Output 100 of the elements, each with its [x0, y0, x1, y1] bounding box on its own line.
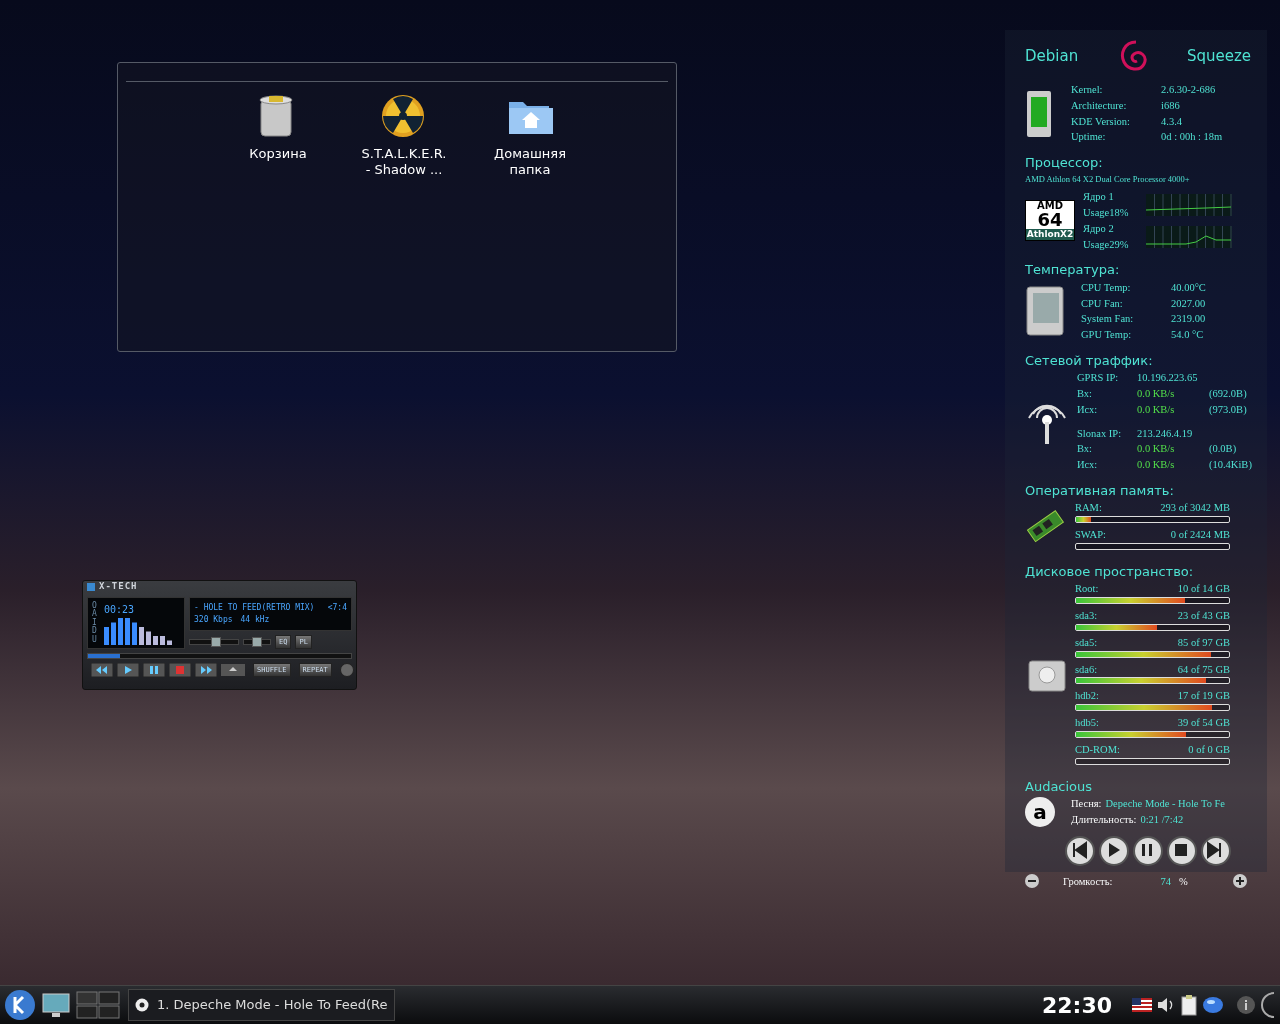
volume-label: Громкость:	[1063, 874, 1113, 889]
traffic-total: (10.4KiB)	[1209, 458, 1253, 472]
info-label: Architecture:	[1071, 98, 1128, 113]
usage-value: 0 of 2424 MB	[1170, 528, 1230, 542]
distro-name: Debian	[1025, 45, 1079, 67]
radiation-symbol-icon[interactable]	[381, 94, 427, 138]
duration-label: Длительность:	[1071, 813, 1137, 825]
minus-icon[interactable]	[1025, 874, 1039, 889]
play-icon[interactable]	[1099, 835, 1129, 866]
k-menu-icon[interactable]	[4, 989, 36, 1021]
spectrum-drawing	[104, 617, 174, 645]
sensor-label: System Fan:	[1081, 312, 1135, 327]
bitrate-label: 320 Kbps	[194, 614, 233, 626]
track-title: - HOLE TO FEED(RETRO MIX)	[194, 602, 315, 614]
core-name: Ядро 1	[1083, 190, 1115, 205]
player-title: X-TECH	[99, 580, 138, 594]
usage-value: 0 of 0 GB	[1188, 742, 1230, 757]
song-title: Depeche Mode - Hole To Fe	[1105, 798, 1226, 809]
info-value: 0d : 00h : 18m	[1161, 130, 1224, 145]
traffic-label: Исх:	[1077, 402, 1099, 417]
usage-label: Root:	[1075, 582, 1099, 597]
player-logo-icon	[87, 583, 95, 591]
icon-label[interactable]: S.T.A.L.K.E.R. - Shadow ...	[361, 146, 447, 179]
traffic-label: Вх:	[1077, 387, 1094, 401]
section-heading: Оперативная память:	[1025, 481, 1175, 500]
section-heading: Audacious	[1025, 777, 1094, 796]
traffic-rate: 0.0 KB/s	[1137, 458, 1176, 472]
time-display: 00:23	[104, 603, 136, 617]
slider-thumb[interactable]	[252, 637, 262, 647]
next-icon[interactable]	[1201, 835, 1231, 866]
taskbar-button[interactable]: 1. Depeche Mode - Hole To Feed(Re	[128, 989, 395, 1021]
usage-value: 17 of 19 GB	[1177, 689, 1230, 704]
pause-icon[interactable]	[1133, 835, 1163, 866]
usage-label: sda5:	[1075, 635, 1098, 650]
info-value: 4.3.4	[1161, 114, 1183, 129]
traffic-label: Исх:	[1077, 458, 1099, 472]
info-value: 2.6.30-2-686	[1161, 83, 1217, 97]
usage-label: hdb2:	[1075, 689, 1099, 704]
previous-icon[interactable]	[1065, 835, 1095, 866]
traffic-total: (692.0B)	[1209, 387, 1248, 401]
section-heading: Процессор:	[1025, 154, 1104, 172]
volume-slider[interactable]	[189, 639, 239, 645]
volume-unit: %	[1178, 874, 1188, 889]
balance-slider[interactable]	[243, 639, 271, 645]
sensor-value: 2027.00	[1171, 296, 1207, 311]
section-heading: Дисковое пространство:	[1025, 562, 1195, 581]
icon-label[interactable]: Корзина	[249, 146, 307, 163]
plus-icon[interactable]	[1233, 874, 1247, 889]
song-label: Песня:	[1071, 798, 1102, 809]
knob-icon[interactable]	[339, 663, 354, 677]
stop-icon[interactable]	[1167, 835, 1197, 866]
usage-label: sda6:	[1075, 662, 1098, 677]
sensor-value: 54.0 °C	[1171, 328, 1205, 342]
audio-label: OAIDU	[92, 602, 98, 644]
traffic-label: Вх:	[1077, 442, 1094, 457]
clock: 22:30	[1041, 991, 1112, 1020]
icon-label[interactable]: Домашняя папка	[494, 146, 566, 179]
disc-icon	[135, 998, 149, 1012]
eject-icon[interactable]	[221, 664, 245, 676]
usage-value: 293 of 3042 MB	[1160, 501, 1230, 516]
slider-thumb[interactable]	[211, 637, 222, 647]
flag-icon[interactable]	[1132, 998, 1152, 1012]
duration-value: 0:21 /7:42	[1140, 813, 1184, 825]
usage-value: 23 of 43 GB	[1177, 609, 1230, 623]
traffic-rate: 0.0 KB/s	[1137, 402, 1176, 417]
seek-bar[interactable]	[87, 653, 352, 659]
clipboard-icon[interactable]	[1180, 994, 1198, 1016]
cpu-model: AMD Athlon 64 X2 Dual Core Processor 4000+	[1025, 172, 1191, 186]
sensor-label: GPU Temp:	[1081, 328, 1133, 342]
globe-icon[interactable]	[1202, 996, 1224, 1014]
info-label: Kernel:	[1071, 83, 1104, 97]
usage-value: 39 of 54 GB	[1177, 716, 1230, 730]
usage-value: 85 of 97 GB	[1177, 635, 1230, 650]
traffic-rate: 0.0 KB/s	[1137, 387, 1176, 401]
usage-label: hdb5:	[1075, 716, 1099, 730]
monitor-icon[interactable]	[40, 991, 72, 1019]
track-time: <7:4	[327, 602, 347, 614]
usage-label: CD-ROM:	[1075, 742, 1120, 757]
info-value: i686	[1161, 98, 1181, 113]
info-label: KDE Version:	[1071, 114, 1131, 129]
usage-label: sda3:	[1075, 609, 1098, 623]
core-usage: Usage29%	[1083, 237, 1130, 252]
info-icon[interactable]	[1236, 995, 1256, 1015]
sensor-label: CPU Fan:	[1081, 296, 1124, 311]
volume-value: 74	[1160, 874, 1171, 889]
usage-value: 64 of 75 GB	[1177, 662, 1230, 677]
info-label: Uptime:	[1071, 130, 1107, 145]
pause-icon[interactable]	[143, 663, 165, 677]
traffic-total: (0.0B)	[1209, 442, 1238, 457]
release-name: Squeeze	[1186, 45, 1251, 67]
ip-label: Slonax IP:	[1077, 426, 1123, 441]
sensor-value: 2319.00	[1171, 312, 1207, 327]
usage-label: RAM:	[1075, 501, 1102, 516]
usage-label: SWAP:	[1075, 528, 1106, 542]
play-icon[interactable]	[117, 663, 139, 677]
rewind-icon[interactable]	[91, 663, 113, 677]
ip-address: 213.246.4.19	[1137, 426, 1194, 441]
fast-forward-icon[interactable]	[195, 663, 217, 677]
traffic-rate: 0.0 KB/s	[1137, 442, 1176, 457]
core-name: Ядро 2	[1083, 221, 1115, 236]
